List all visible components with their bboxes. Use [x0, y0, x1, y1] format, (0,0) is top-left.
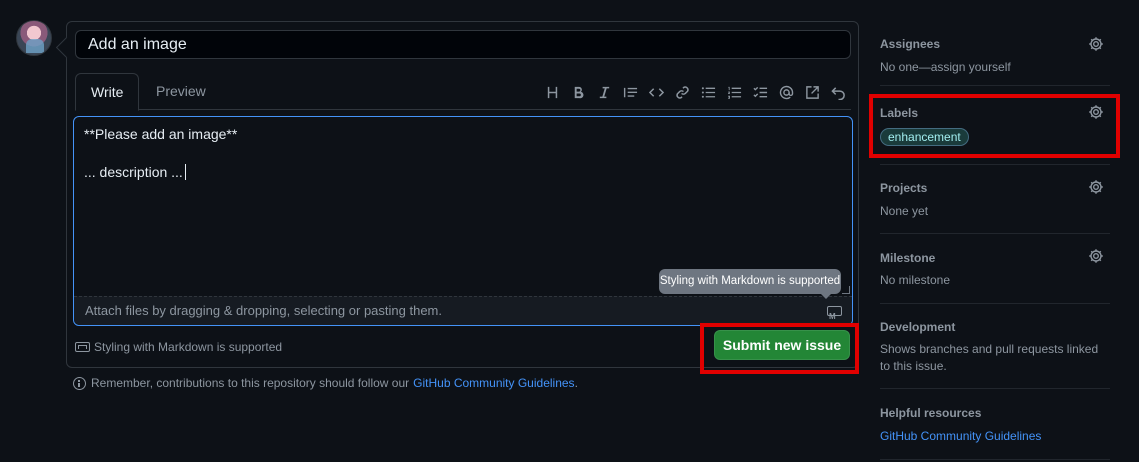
assignees-value[interactable]: No one—assign yourself [880, 59, 1011, 76]
heading-icon[interactable] [539, 81, 565, 103]
markdown-supported-note[interactable]: Styling with Markdown is supported [75, 340, 282, 354]
body-text-line: ... description ... [84, 164, 186, 180]
reference-icon[interactable] [799, 81, 825, 103]
labels-highlight-box [869, 94, 1120, 158]
sidebar-section-development: Development Shows branches and pull requ… [880, 304, 1110, 389]
milestone-title: Milestone [880, 251, 936, 265]
attach-files-bar[interactable]: Attach files by dragging & dropping, sel… [74, 296, 852, 331]
projects-title: Projects [880, 181, 928, 195]
sidebar-section-projects: Projects None yet [880, 165, 1110, 234]
helpful-guidelines-link[interactable]: GitHub Community Guidelines [880, 428, 1041, 445]
avatar [16, 20, 52, 56]
undo-icon[interactable] [825, 81, 851, 103]
sidebar-section-helpful-resources: Helpful resources GitHub Community Guide… [880, 389, 1110, 460]
development-value: Shows branches and pull requests linked … [880, 342, 1099, 373]
issue-title-input[interactable] [75, 30, 851, 59]
new-issue-form: Write Preview **Please add an image** ..… [66, 21, 859, 368]
contribution-note-text: Remember, contributions to this reposito… [91, 376, 410, 390]
attach-files-text: Attach files by dragging & dropping, sel… [85, 303, 442, 318]
ordered-list-icon[interactable] [721, 81, 747, 103]
quote-icon[interactable] [617, 81, 643, 103]
projects-value: None yet [880, 204, 929, 218]
submit-new-issue-button[interactable]: Submit new issue [714, 330, 850, 360]
markdown-icon[interactable] [827, 303, 842, 331]
markdown-note-text: Styling with Markdown is supported [94, 340, 283, 354]
contribution-note: Remember, contributions to this reposito… [73, 376, 578, 390]
assignees-gear-icon[interactable] [1088, 36, 1104, 52]
body-text-line: **Please add an image** [84, 126, 238, 142]
tab-write[interactable]: Write [75, 73, 140, 111]
milestone-value: No milestone [880, 273, 951, 287]
helpful-resources-title: Helpful resources [880, 406, 982, 420]
task-list-icon[interactable] [747, 81, 773, 103]
projects-gear-icon[interactable] [1088, 179, 1104, 195]
code-icon[interactable] [643, 81, 669, 103]
issue-body-textarea[interactable]: **Please add an image** ... description … [73, 116, 853, 331]
sidebar-section-assignees: Assignees No one—assign yourself [880, 0, 1110, 86]
text-caret [184, 164, 186, 180]
bold-icon[interactable] [565, 81, 591, 103]
markdown-tooltip: Styling with Markdown is supported [659, 269, 841, 299]
editor-tabs: Write Preview [75, 73, 851, 111]
community-guidelines-link[interactable]: GitHub Community Guidelines [413, 376, 574, 390]
contribution-note-suffix: . [574, 376, 578, 390]
resize-handle[interactable] [842, 286, 850, 294]
tab-preview[interactable]: Preview [141, 73, 221, 110]
markdown-toolbar [539, 81, 851, 103]
unordered-list-icon[interactable] [695, 81, 721, 103]
development-title: Development [880, 320, 956, 334]
info-icon [73, 376, 86, 390]
assignees-title: Assignees [880, 37, 941, 51]
link-icon[interactable] [669, 81, 695, 103]
italic-icon[interactable] [591, 81, 617, 103]
mention-icon[interactable] [773, 81, 799, 103]
sidebar-section-milestone: Milestone No milestone [880, 234, 1110, 304]
milestone-gear-icon[interactable] [1088, 248, 1104, 264]
markdown-icon [75, 342, 90, 352]
